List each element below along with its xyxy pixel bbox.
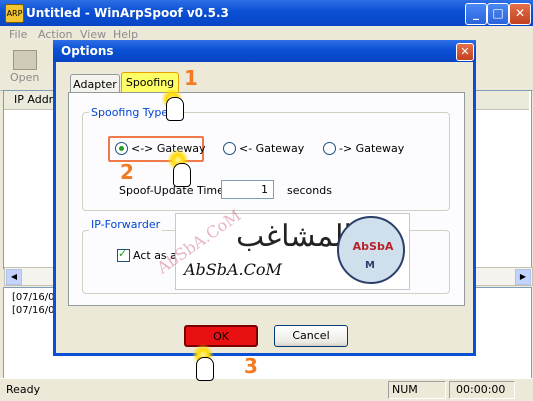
status-num-cell: NUM — [388, 381, 446, 399]
open-folder-icon[interactable] — [13, 50, 37, 70]
dialog-close-button[interactable]: ✕ — [456, 43, 474, 61]
scroll-right-icon[interactable]: ▶ — [515, 269, 531, 285]
seconds-label: seconds — [287, 184, 332, 197]
checkmark-icon: ✓ — [118, 247, 128, 260]
ip-forwarder-label: IP-Forwarder — [89, 218, 163, 231]
radio-to-gateway-label[interactable]: -> Gateway — [339, 142, 404, 155]
logo-emblem-icon: AbSbA M — [337, 216, 405, 284]
main-titlebar: ARP Untitled - WinArpSpoof v0.5.3 _ □ ✕ — [0, 0, 533, 26]
hand-cursor-icon — [166, 97, 184, 121]
radio-from-gateway-label[interactable]: <- Gateway — [239, 142, 304, 155]
window-title: Untitled - WinArpSpoof v0.5.3 — [26, 6, 229, 20]
logo-arabic-text: المشاغب — [236, 219, 352, 254]
status-time-cell: 00:00:00 — [449, 381, 515, 399]
logo-emblem-text: AbSbA — [352, 240, 394, 253]
open-button-label[interactable]: Open — [10, 71, 39, 84]
radio-to-gateway[interactable] — [323, 142, 336, 155]
minimize-button[interactable]: _ — [465, 3, 487, 25]
step-number-2: 2 — [120, 160, 134, 184]
cancel-button[interactable]: Cancel — [274, 325, 348, 347]
maximize-button[interactable]: □ — [487, 3, 509, 25]
status-ready: Ready — [6, 383, 41, 396]
step-number-1: 1 — [184, 66, 198, 90]
radio-from-gateway[interactable] — [223, 142, 236, 155]
hand-cursor-icon — [196, 357, 214, 381]
radio-bidirectional[interactable] — [115, 142, 128, 155]
spoof-update-input[interactable]: 1 — [221, 180, 274, 199]
dialog-titlebar: Options — [53, 40, 476, 62]
hand-cursor-icon — [173, 163, 191, 187]
close-button[interactable]: ✕ — [509, 3, 531, 25]
tab-adapter-label: Adapter — [73, 78, 117, 91]
status-time: 00:00:00 — [456, 383, 506, 396]
act-as-router-checkbox[interactable]: ✓ — [117, 247, 130, 262]
status-num: NUM — [392, 383, 418, 396]
radio-selected-dot — [119, 146, 124, 151]
step-number-3: 3 — [244, 354, 258, 378]
menu-file[interactable]: File — [9, 28, 27, 41]
app-icon: ARP — [5, 4, 24, 23]
logo-emblem-letter: M — [365, 260, 375, 271]
tab-adapter[interactable]: Adapter — [70, 74, 120, 94]
logo-latin-text: AbSbA.CoM — [184, 260, 282, 279]
scroll-left-icon[interactable]: ◀ — [6, 269, 22, 285]
dialog-title: Options — [61, 44, 114, 58]
